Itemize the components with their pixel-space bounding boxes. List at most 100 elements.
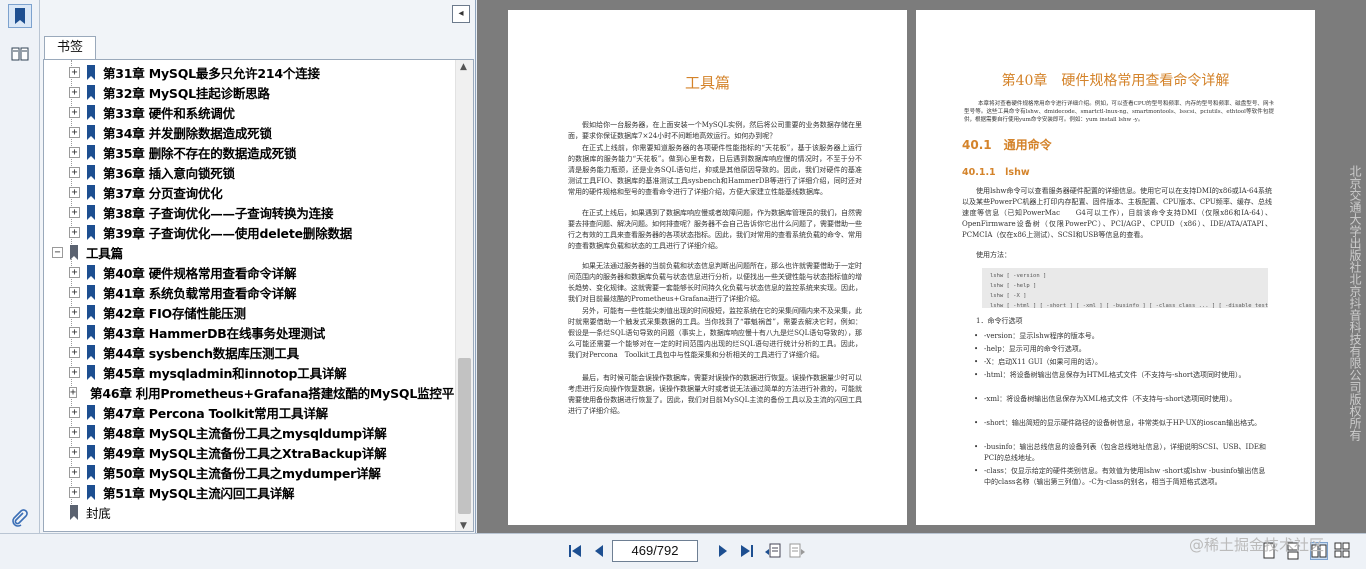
bookmark-icon <box>87 464 95 480</box>
bookmark-item[interactable]: + 第43章 HammerDB在线事务处理测试 <box>44 322 456 342</box>
two-page-continuous-icon <box>1334 542 1350 558</box>
expand-toggle-icon[interactable]: + <box>69 226 80 238</box>
bookmark-icon <box>87 444 95 460</box>
bookmark-label: 第32章 MySQL挂起诊断思路 <box>103 85 270 101</box>
expand-toggle-icon[interactable]: + <box>69 446 80 458</box>
bookmark-item[interactable]: + 第35章 删除不存在的数据造成死锁 <box>44 142 456 162</box>
bookmark-item[interactable]: + 第38章 子查询优化——子查询转换为连接 <box>44 202 456 222</box>
bookmark-item[interactable]: + 第46章 利用Prometheus+Grafana搭建炫酷的MySQL监控平台 <box>44 382 456 402</box>
expand-toggle-icon[interactable]: + <box>69 266 80 278</box>
bullet-icon: • <box>974 419 979 427</box>
option-item: -class：仅显示给定的硬件类别信息。有效值为使用lshw -short或ls… <box>984 467 1266 486</box>
side-watermark: 北京交通大学出版社北京抖音科技有限公司版权所有 <box>1348 165 1362 441</box>
expand-toggle-icon[interactable]: + <box>69 326 80 338</box>
attachments-button[interactable] <box>8 506 32 530</box>
bookmark-item[interactable]: + 第33章 硬件和系统调优 <box>44 102 456 122</box>
bookmark-item[interactable]: + 第50章 MySQL主流备份工具之mydumper详解 <box>44 462 456 482</box>
body-paragraph: 最后，有时候可能会误操作数据库，需要对误操作的数据进行恢复。误操作数据量少时可以… <box>568 374 862 415</box>
bookmark-item[interactable]: + 第34章 并发删除数据造成死锁 <box>44 122 456 142</box>
option-item: -businfo：输出总线信息的设备列表（包含总线地址信息），详细说明SCSI、… <box>984 443 1267 462</box>
bookmark-icon <box>87 84 95 100</box>
page-number-input[interactable]: 469/792 <box>612 540 698 562</box>
bookmarks-panel-button[interactable] <box>8 4 32 28</box>
bookmark-label: 第43章 HammerDB在线事务处理测试 <box>103 325 326 341</box>
expand-toggle-icon[interactable]: + <box>69 386 78 398</box>
bookmark-item[interactable]: + 第37章 分页查询优化 <box>44 182 456 202</box>
bookmark-label: 第44章 sysbench数据库压测工具 <box>103 345 299 361</box>
option-item: -help：显示可用的命令行选项。 <box>984 345 1086 353</box>
bookmark-label: 第51章 MySQL主流闪回工具详解 <box>103 485 295 501</box>
next-page-icon <box>719 545 727 557</box>
scroll-thumb[interactable] <box>458 358 471 514</box>
previous-page-button[interactable] <box>590 542 608 560</box>
bookmarks-panel: ◂ 书签 + 第31章 MySQL最多只允许214个连接 + 第32章 MySQL挂起… <box>40 0 476 533</box>
expand-toggle-icon[interactable]: + <box>69 286 80 298</box>
expand-toggle-icon[interactable]: + <box>69 486 80 498</box>
bookmark-item[interactable]: + 第45章 mysqladmin和innotop工具详解 <box>44 362 456 382</box>
bookmark-icon <box>87 304 95 320</box>
first-page-button[interactable] <box>566 542 584 560</box>
expand-toggle-icon[interactable]: + <box>69 426 80 438</box>
bookmark-group[interactable]: 封底 <box>44 502 456 522</box>
previous-view-button[interactable] <box>764 542 782 560</box>
expand-toggle-icon[interactable]: + <box>69 106 80 118</box>
bookmark-item[interactable]: + 第48章 MySQL主流备份工具之mysqldump详解 <box>44 422 456 442</box>
document-view[interactable]: 工具篇 假如给你一台服务器，在上面安装一个MySQL实例，然后将公司重要的业务数… <box>477 0 1366 533</box>
bookmark-label: 第45章 mysqladmin和innotop工具详解 <box>103 365 347 381</box>
expand-toggle-icon[interactable]: + <box>69 126 80 138</box>
expand-toggle-icon[interactable]: + <box>69 146 80 158</box>
next-view-button[interactable] <box>788 542 806 560</box>
body-paragraph: 使用lshw命令可以查看服务器硬件配置的详细信息。使用它可以在支持DMI的x86… <box>962 187 1272 239</box>
panel-header: ◂ <box>40 0 476 30</box>
scroll-up-arrow-icon[interactable]: ▲ <box>460 62 467 72</box>
expand-toggle-icon[interactable]: + <box>69 86 80 98</box>
next-page-button[interactable] <box>714 542 732 560</box>
last-page-icon <box>741 545 753 557</box>
bookmark-item[interactable]: + 第51章 MySQL主流闪回工具详解 <box>44 482 456 502</box>
bookmark-label: 第48章 MySQL主流备份工具之mysqldump详解 <box>103 425 387 441</box>
collapse-toggle-icon[interactable]: − <box>52 246 63 258</box>
bookmark-item[interactable]: + 第47章 Percona Toolkit常用工具详解 <box>44 402 456 422</box>
bookmark-icon <box>87 144 95 160</box>
expand-toggle-icon[interactable]: + <box>69 346 80 358</box>
bookmark-item[interactable]: + 第42章 FIO存储性能压测 <box>44 302 456 322</box>
expand-toggle-icon[interactable]: + <box>69 66 80 78</box>
bookmark-icon <box>15 8 25 24</box>
bookmark-icon <box>87 284 95 300</box>
bookmark-item[interactable]: + 第44章 sysbench数据库压测工具 <box>44 342 456 362</box>
bookmark-item[interactable]: + 第41章 系统负载常用查看命令详解 <box>44 282 456 302</box>
collapse-panel-button[interactable]: ◂ <box>452 5 470 23</box>
bullet-icon: • <box>974 395 979 403</box>
body-paragraph: 假如给你一台服务器，在上面安装一个MySQL实例，然后将公司重要的业务数据存储在… <box>568 121 862 140</box>
bookmark-item[interactable]: + 第36章 插入意向锁死锁 <box>44 162 456 182</box>
page-right: 第40章 硬件规格常用查看命令详解 本章将对查看硬件规格常用命令进行详细介绍。例… <box>916 10 1315 525</box>
bookmark-item[interactable]: + 第31章 MySQL最多只允许214个连接 <box>44 62 456 82</box>
bookmark-label: 第42章 FIO存储性能压测 <box>103 305 246 321</box>
expand-toggle-icon[interactable]: + <box>69 366 80 378</box>
tab-bookmarks[interactable]: 书签 <box>44 36 96 60</box>
bookmark-item[interactable]: + 第49章 MySQL主流备份工具之XtraBackup详解 <box>44 442 456 462</box>
expand-toggle-icon[interactable]: + <box>69 206 80 218</box>
bookmark-icon <box>87 164 95 180</box>
bookmark-icon <box>87 64 95 80</box>
bookmark-label: 第36章 插入意向锁死锁 <box>103 165 235 181</box>
expand-toggle-icon[interactable]: + <box>69 166 80 178</box>
bookmark-item[interactable]: + 第32章 MySQL挂起诊断思路 <box>44 82 456 102</box>
tree-scrollbar[interactable]: ▲ ▼ <box>455 60 473 531</box>
bookmark-icon <box>87 224 95 240</box>
bookmark-item[interactable]: + 第40章 硬件规格常用查看命令详解 <box>44 262 456 282</box>
expand-toggle-icon[interactable]: + <box>69 406 80 418</box>
expand-toggle-icon[interactable]: + <box>69 306 80 318</box>
page-thumbnails-button[interactable] <box>8 42 32 66</box>
bookmark-icon <box>87 184 95 200</box>
bookmark-label: 工具篇 <box>86 245 123 261</box>
two-page-continuous-button[interactable] <box>1334 542 1352 560</box>
expand-toggle-icon[interactable]: + <box>69 186 80 198</box>
scroll-down-arrow-icon[interactable]: ▼ <box>460 521 467 531</box>
bookmark-group[interactable]: − 工具篇 <box>44 242 456 262</box>
last-page-button[interactable] <box>738 542 756 560</box>
bookmark-label: 第47章 Percona Toolkit常用工具详解 <box>103 405 328 421</box>
expand-toggle-icon[interactable]: + <box>69 466 80 478</box>
bookmark-label: 第31章 MySQL最多只允许214个连接 <box>103 65 320 81</box>
bookmark-item[interactable]: + 第39章 子查询优化——使用delete删除数据 <box>44 222 456 242</box>
